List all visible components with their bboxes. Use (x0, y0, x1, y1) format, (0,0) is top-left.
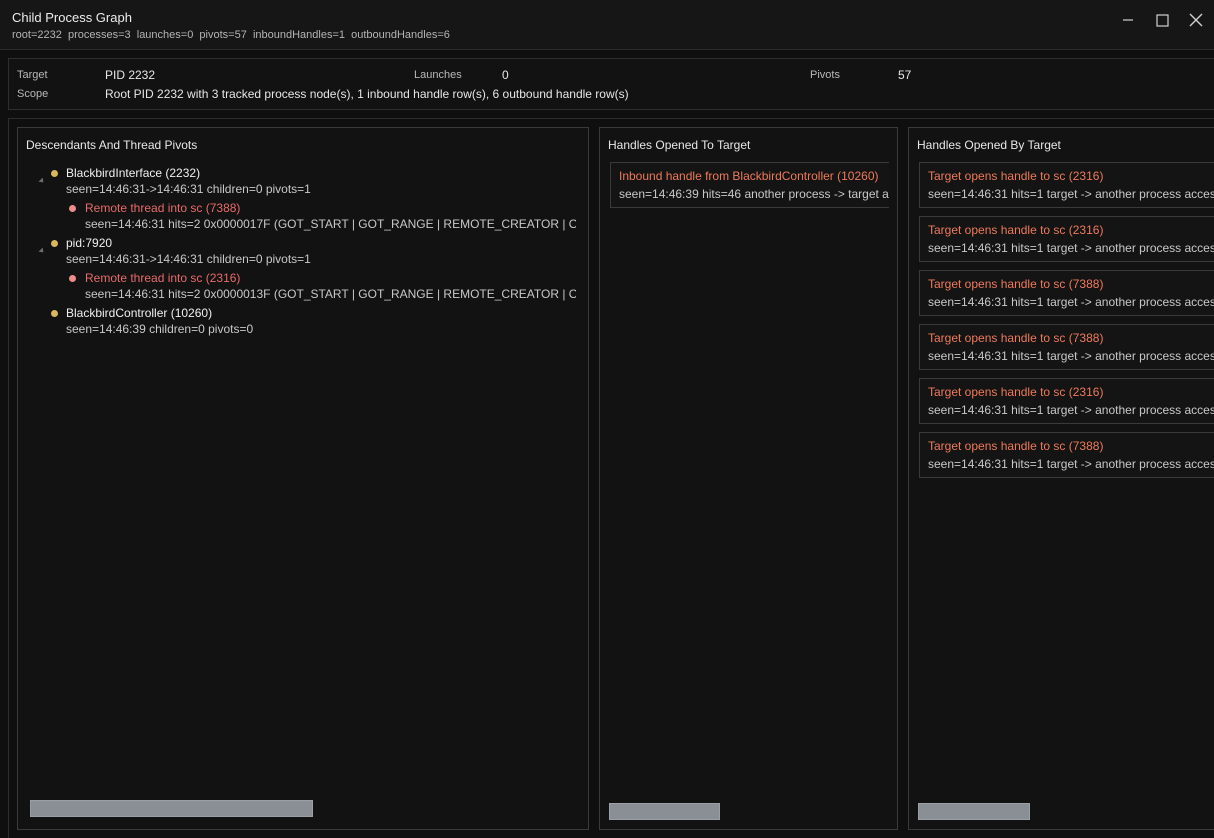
thread-pivot-name[interactable]: Remote thread into sc (7388) (85, 201, 240, 215)
outbound-handle-card[interactable]: Target opens handle to sc (7388) seen=14… (919, 270, 1214, 316)
inbound-handle-card[interactable]: Inbound handle from BlackbirdController … (610, 162, 889, 208)
inbound-handles-panel: Handles Opened To Target Inbound handle … (599, 127, 898, 830)
launches-label: Launches (414, 69, 462, 81)
inbound-title: Handles Opened To Target (608, 138, 751, 152)
outbound-handle-title: Target opens handle to sc (2316) (928, 385, 1104, 399)
outbound-handle-meta: seen=14:46:31 hits=1 target -> another p… (928, 457, 1214, 471)
yellow-dot-icon (51, 240, 58, 247)
outbound-handle-title: Target opens handle to sc (2316) (928, 223, 1104, 237)
launches-value: 0 (502, 68, 509, 82)
horizontal-scrollbar-thumb[interactable] (30, 800, 313, 817)
window-title: Child Process Graph (12, 10, 132, 25)
outbound-handle-card[interactable]: Target opens handle to sc (7388) seen=14… (919, 324, 1214, 370)
outbound-handle-title: Target opens handle to sc (7388) (928, 439, 1104, 453)
pivots-value: 57 (898, 68, 912, 82)
tree-node-name[interactable]: BlackbirdController (10260) (66, 306, 212, 320)
scope-label: Scope (17, 88, 49, 100)
tree-node-name[interactable]: pid:7920 (66, 236, 112, 250)
thread-pivot-meta: seen=14:46:31 hits=2 0x0000017F (GOT_STA… (85, 217, 576, 231)
outbound-handle-meta: seen=14:46:31 hits=1 target -> another p… (928, 349, 1214, 363)
outbound-handles-panel: Handles Opened By Target Target opens ha… (908, 127, 1214, 830)
expander-icon[interactable] (38, 247, 46, 255)
tree-node-meta: seen=14:46:31->14:46:31 children=0 pivot… (66, 182, 311, 196)
outbound-handle-card[interactable]: Target opens handle to sc (2316) seen=14… (919, 216, 1214, 262)
thread-pivot-name[interactable]: Remote thread into sc (2316) (85, 271, 240, 285)
outbound-handle-title: Target opens handle to sc (7388) (928, 277, 1104, 291)
outbound-handle-card[interactable]: Target opens handle to sc (7388) seen=14… (919, 432, 1214, 478)
tree-node-name[interactable]: BlackbirdInterface (2232) (66, 166, 200, 180)
pivots-label: Pivots (810, 69, 840, 81)
horizontal-scrollbar-thumb[interactable] (918, 803, 1030, 820)
outbound-title: Handles Opened By Target (917, 138, 1061, 152)
outbound-handle-title: Target opens handle to sc (2316) (928, 169, 1104, 183)
outbound-handle-meta: seen=14:46:31 hits=1 target -> another p… (928, 187, 1214, 201)
pink-dot-icon (69, 205, 76, 212)
outbound-handle-card[interactable]: Target opens handle to sc (2316) seen=14… (919, 378, 1214, 424)
summary-panel: Target PID 2232 Launches 0 Pivots 57 Sco… (8, 58, 1214, 110)
inbound-handle-meta: seen=14:46:39 hits=46 another process ->… (619, 187, 889, 201)
minimize-icon[interactable] (1118, 10, 1138, 30)
window-subtitle: root=2232 processes=3 launches=0 pivots=… (12, 29, 450, 41)
outbound-handle-card[interactable]: Target opens handle to sc (2316) seen=14… (919, 162, 1214, 208)
expander-icon[interactable] (38, 177, 46, 185)
thread-pivot-meta: seen=14:46:31 hits=2 0x0000013F (GOT_STA… (85, 287, 576, 301)
close-icon[interactable] (1186, 10, 1206, 30)
outbound-handle-meta: seen=14:46:31 hits=1 target -> another p… (928, 403, 1214, 417)
tree-node-meta: seen=14:46:31->14:46:31 children=0 pivot… (66, 252, 311, 266)
descendants-panel: Descendants And Thread Pivots BlackbirdI… (17, 127, 589, 830)
yellow-dot-icon (51, 170, 58, 177)
descendants-title: Descendants And Thread Pivots (26, 138, 198, 152)
scope-value: Root PID 2232 with 3 tracked process nod… (105, 87, 629, 101)
outbound-handle-title: Target opens handle to sc (7388) (928, 331, 1104, 345)
pink-dot-icon (69, 275, 76, 282)
target-label: Target (17, 69, 48, 81)
target-value: PID 2232 (105, 68, 156, 82)
yellow-dot-icon (51, 310, 58, 317)
horizontal-scrollbar-thumb[interactable] (609, 803, 720, 820)
tree-node-meta: seen=14:46:39 children=0 pivots=0 (66, 322, 254, 336)
title-bar: Child Process Graph root=2232 processes=… (0, 0, 1214, 50)
outbound-handle-meta: seen=14:46:31 hits=1 target -> another p… (928, 295, 1214, 309)
maximize-icon[interactable] (1152, 10, 1172, 30)
inbound-handle-title: Inbound handle from BlackbirdController … (619, 169, 879, 183)
outbound-handle-meta: seen=14:46:31 hits=1 target -> another p… (928, 241, 1214, 255)
